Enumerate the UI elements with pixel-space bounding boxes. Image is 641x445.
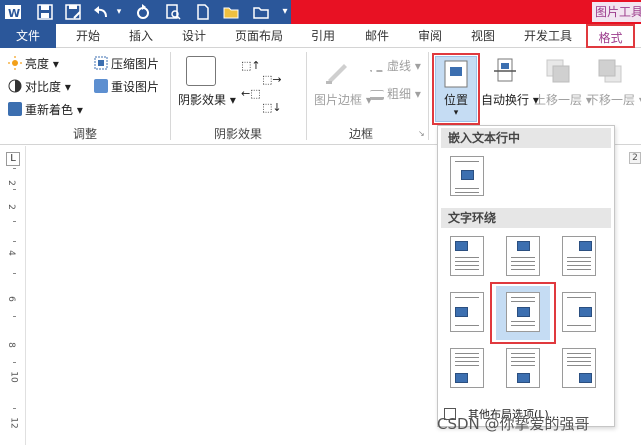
picture-border-icon[interactable] (322, 56, 352, 86)
weight-icon (370, 90, 384, 100)
new-doc-icon[interactable] (194, 3, 212, 21)
dash-button[interactable]: 虚线 ▾ (370, 56, 421, 76)
ribbon-tabs: 文件 开始 插入 设计 页面布局 引用 邮件 审阅 视图 开发工具 格式 (0, 24, 641, 48)
weight-button[interactable]: 粗细 ▾ (370, 84, 421, 104)
shadow-nudge-right-icon[interactable]: ⬚→ (262, 70, 282, 90)
print-preview-icon[interactable] (164, 3, 182, 21)
quick-access-toolbar: W ▾ ▾ 图片工具 (0, 0, 641, 24)
send-backward-icon[interactable] (595, 56, 625, 88)
tab-design[interactable]: 设计 (182, 24, 206, 48)
ruler-number: 2 (5, 204, 16, 210)
word-icon[interactable]: W (4, 3, 22, 21)
selected-option-highlight-box (490, 282, 556, 344)
tab-references[interactable]: 引用 (311, 24, 335, 48)
text-wrap-icon[interactable] (488, 56, 522, 88)
text-wrap-button[interactable]: 自动换行 ▾ (481, 91, 539, 108)
tab-view[interactable]: 视图 (471, 24, 495, 48)
recolor-button[interactable]: 重新着色 ▾ (8, 100, 83, 120)
tab-home[interactable]: 开始 (76, 24, 100, 48)
compress-icon (94, 56, 108, 70)
ruler-number: 8 (5, 342, 16, 348)
wrap-top-center-option[interactable] (506, 236, 540, 276)
ruler-tick (13, 241, 16, 242)
ruler-number: 4 (5, 250, 16, 256)
ruler-tick (13, 189, 16, 190)
watermark: CSDN @你挚爱的强哥 (437, 415, 590, 433)
compress-pictures-button[interactable]: 压缩图片 (94, 54, 159, 74)
vertical-ruler: 2 2 4 6 8 10 12 (0, 146, 26, 445)
tab-file[interactable]: 文件 (0, 24, 56, 48)
save-as-icon[interactable] (64, 3, 82, 21)
ruler-number: 12 (8, 417, 19, 429)
dash-icon (370, 62, 384, 72)
wrap-bottom-center-option[interactable] (506, 348, 540, 388)
ruler-tick (13, 408, 16, 409)
recolor-icon (8, 102, 22, 116)
tab-review[interactable]: 审阅 (418, 24, 442, 48)
ruler-number: 10 (8, 371, 19, 383)
undo-dropdown-icon[interactable]: ▾ (110, 3, 128, 21)
bring-forward-button[interactable]: 上移一层 ▾ (534, 91, 592, 108)
picture-tools-label: 图片工具 (592, 2, 641, 22)
adjust-group-label: 调整 (72, 127, 97, 141)
wrap-bottom-right-option[interactable] (562, 348, 596, 388)
tab-selector[interactable]: L (6, 152, 20, 166)
shadow-group-label: 阴影效果 (213, 127, 262, 141)
ruler-number: 6 (5, 296, 16, 302)
send-backward-button[interactable]: 下移一层 ▾ (587, 91, 641, 108)
undo-icon[interactable] (92, 3, 110, 21)
wrap-middle-left-option[interactable] (450, 292, 484, 332)
ruler-tick (13, 221, 16, 222)
wrap-top-left-option[interactable] (450, 236, 484, 276)
brightness-icon (8, 56, 22, 70)
shadow-nudge-up-icon[interactable]: ⬚↑ (241, 56, 261, 76)
brightness-button[interactable]: 亮度 ▾ (8, 54, 59, 74)
reset-picture-icon (94, 79, 108, 93)
group-separator (428, 52, 429, 140)
ruler-tick (13, 362, 16, 363)
open-folder-icon[interactable] (222, 3, 240, 21)
inline-with-text-option[interactable] (450, 156, 484, 196)
shadow-nudge-left-icon[interactable]: ←⬚ (241, 84, 261, 104)
position-highlight-box (432, 53, 480, 125)
position-dropdown: 嵌入文本行中 文字环绕 其他布局选项(L)... (437, 125, 615, 427)
folder-icon[interactable] (252, 3, 270, 21)
ruler-tick (13, 316, 16, 317)
wrap-middle-right-option[interactable] (562, 292, 596, 332)
save-icon[interactable] (36, 3, 54, 21)
redo-icon[interactable] (134, 3, 152, 21)
shadow-effects-button[interactable] (186, 56, 216, 86)
ruler-right-marker: 2 (629, 152, 641, 164)
picture-border-button[interactable]: 图片边框 ▾ (314, 91, 372, 108)
wrap-top-right-option[interactable] (562, 236, 596, 276)
wrap-section-header: 文字环绕 (441, 208, 611, 228)
title-bar (291, 0, 641, 24)
svg-text:W: W (8, 7, 20, 20)
contrast-button[interactable]: 对比度 ▾ (8, 77, 71, 97)
ruler-number: 2 (5, 180, 16, 186)
tab-developer[interactable]: 开发工具 (524, 24, 572, 48)
shadow-nudge-down-icon[interactable]: ⬚↓ (262, 98, 282, 118)
tab-mailings[interactable]: 邮件 (365, 24, 389, 48)
shadow-effects-label[interactable]: 阴影效果 ▾ (178, 91, 236, 108)
dialog-launcher-icon[interactable]: ↘ (418, 124, 425, 144)
bring-forward-icon[interactable] (543, 56, 573, 88)
ruler-tick (13, 168, 16, 169)
ruler-tick (13, 273, 16, 274)
tab-format[interactable]: 格式 (586, 24, 635, 48)
inline-section-header: 嵌入文本行中 (441, 128, 611, 148)
tab-page-layout[interactable]: 页面布局 (235, 24, 283, 48)
contrast-icon (8, 79, 22, 93)
reset-picture-button[interactable]: 重设图片 (94, 77, 159, 97)
customize-qat-icon[interactable]: ▾ (276, 3, 294, 21)
border-group-label: 边框 (348, 127, 373, 141)
wrap-bottom-left-option[interactable] (450, 348, 484, 388)
tab-insert[interactable]: 插入 (129, 24, 153, 48)
